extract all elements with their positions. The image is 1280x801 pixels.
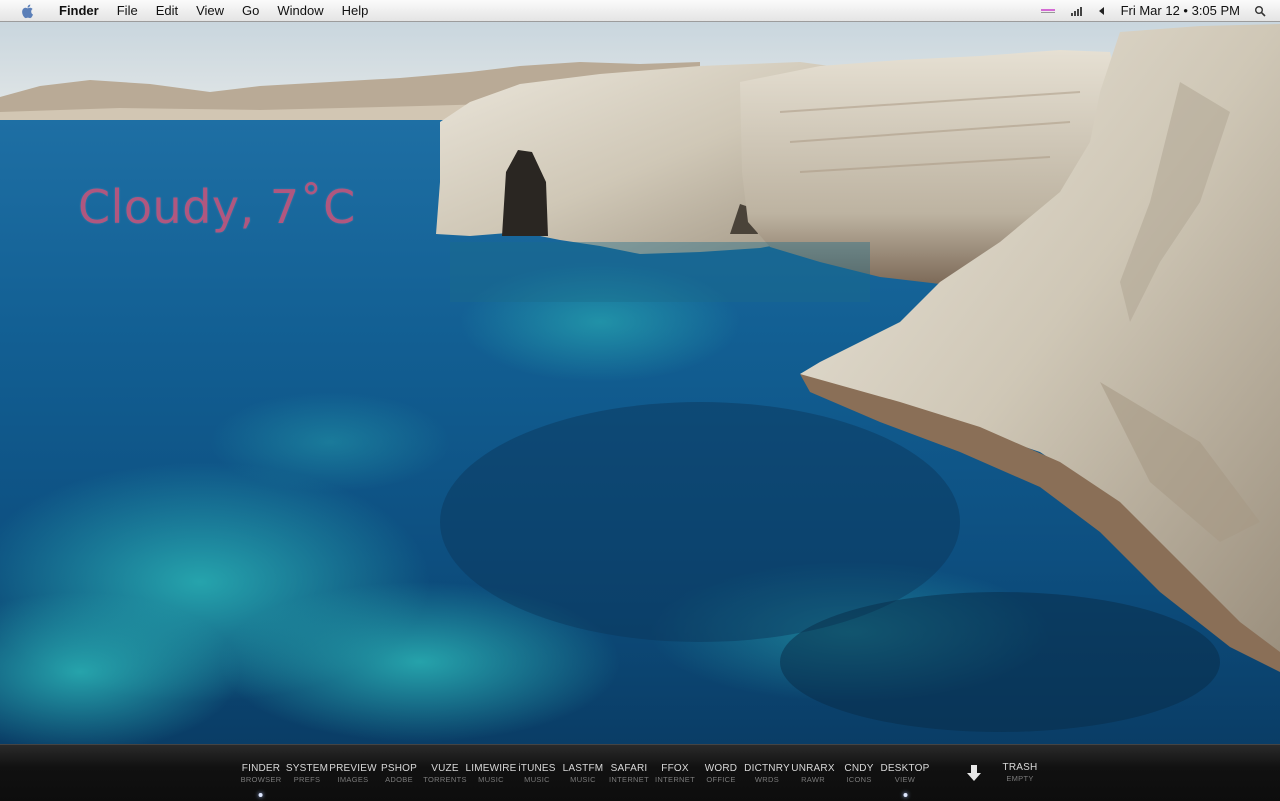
dock-item-trash[interactable]: TRASH EMPTY [1003,762,1038,783]
dock-item-word[interactable]: WORD OFFICE [705,763,737,784]
dock-item-label: PREVIEW [329,763,377,774]
dock-item-vuze[interactable]: VUZE TORRENTS [423,763,467,784]
dock-item-ffox[interactable]: FFOX INTERNET [655,763,695,784]
menu-app-name[interactable]: Finder [50,0,108,22]
dock-item-label: PSHOP [380,763,418,774]
dock-item-label: FFOX [661,763,689,774]
menu-window[interactable]: Window [268,0,332,22]
menu-go[interactable]: Go [233,0,268,22]
dock-item-itunes[interactable]: iTUNES MUSIC [518,763,555,784]
dock-item-label: DICTNRY [744,763,790,774]
dock-item-sublabel: MUSIC [570,775,596,784]
dock-item-sublabel: BROWSER [240,775,282,784]
menu-file[interactable]: File [108,0,147,22]
wallpaper-image [0,22,1280,744]
dock-item-sublabel: RAWR [801,775,825,784]
dock-item-cndy[interactable]: CNDY ICONS [844,763,873,784]
menu-edit[interactable]: Edit [147,0,187,22]
menu-view[interactable]: View [187,0,233,22]
running-indicator [258,793,263,797]
dock-item-sublabel: WRDS [754,775,780,784]
dock-item-sublabel: MUSIC [524,775,550,784]
dock-item-label: iTUNES [518,763,556,774]
menu-bar: Finder File Edit View Go Window Help Fri… [0,0,1280,22]
dock-item-label: SAFARI [610,763,648,774]
dock-item-sublabel: PREFS [293,775,321,784]
dock-item-label: VUZE [431,763,459,774]
search-icon[interactable] [1254,5,1266,17]
battery-icon[interactable] [1040,6,1057,16]
apple-icon[interactable] [20,3,36,19]
dock-item-label: FINDER [241,763,281,774]
dock-item-sublabel: VIEW [894,775,916,784]
dock-item-preview[interactable]: PREVIEW IMAGES [329,763,377,784]
dock-item-sublabel: TORRENTS [423,775,467,784]
dock-item-system[interactable]: SYSTEM PREFS [286,763,328,784]
dock-item-label: LIMEWIRE [465,763,517,774]
dock-item-sublabel: IMAGES [337,775,369,784]
weather-widget: Cloudy, 7˚C [78,180,356,234]
dock-item-safari[interactable]: SAFARI INTERNET [609,763,649,784]
dock-item-desktop[interactable]: DESKTOP VIEW [880,763,930,797]
running-indicator [902,793,907,797]
dock-item-label: TRASH [1002,762,1038,773]
dock-item-label: LASTFM [562,763,604,774]
dock-item-label: UNRARX [791,763,835,774]
dock-item-sublabel: INTERNET [655,775,695,784]
dock-item-label: WORD [704,763,738,774]
down-arrow-icon [967,765,981,781]
dock-item-limewire[interactable]: LIMEWIRE MUSIC [465,763,516,784]
dock-item-sublabel: INTERNET [609,775,649,784]
volume-icon[interactable] [1097,6,1107,16]
menu-extras: Fri Mar 12 • 3:05 PM [1040,0,1280,22]
dock-item-sublabel: EMPTY [1006,774,1034,783]
dock-item-unrarx[interactable]: UNRARX RAWR [791,763,834,784]
dock-item-sublabel: ADOBE [385,775,413,784]
dock-item-sublabel: ICONS [846,775,872,784]
dock-item-sublabel: OFFICE [706,775,736,784]
dock-item-finder[interactable]: FINDER BROWSER [240,763,282,797]
signal-icon[interactable] [1070,6,1083,16]
dock-item-label: CNDY [844,763,874,774]
dock-item-pshop[interactable]: PSHOP ADOBE [381,763,417,784]
dock-item-lastfm[interactable]: LASTFM MUSIC [563,763,604,784]
desktop[interactable]: Cloudy, 7˚C [0,22,1280,744]
downloads-stack[interactable] [966,764,982,787]
menu-clock[interactable]: Fri Mar 12 • 3:05 PM [1121,3,1240,18]
menu-help[interactable]: Help [333,0,378,22]
dock-item-sublabel: MUSIC [478,775,504,784]
dock-item-label: DESKTOP [880,763,930,774]
dock: FINDER BROWSER SYSTEM PREFS PREVIEW IMAGES PSH… [0,744,1280,801]
dock-item-dictnry[interactable]: DICTNRY WRDS [744,763,790,784]
dock-item-label: SYSTEM [285,763,329,774]
